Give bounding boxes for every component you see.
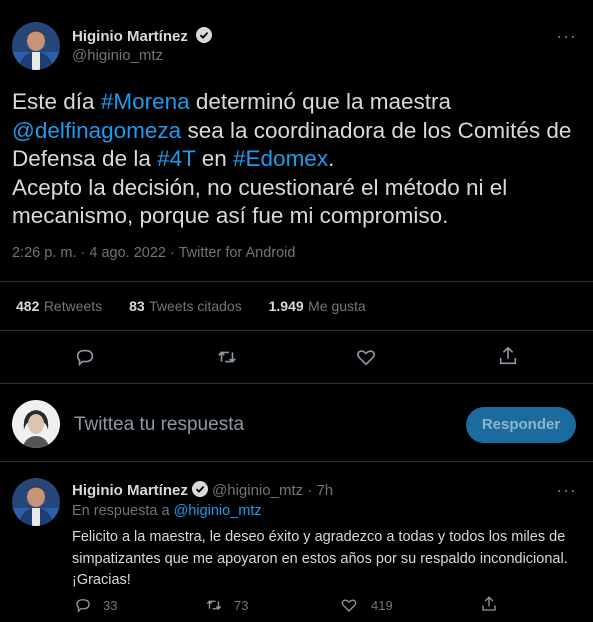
reply-context-prefix: En respuesta a <box>72 503 170 519</box>
reply-header: Higinio Martínez @higinio_mtz · 7h <box>72 481 333 499</box>
quotes-count: 83 <box>129 298 145 314</box>
reply-like-action[interactable]: 419 <box>340 596 393 614</box>
retweets-stat[interactable]: 482 Retweets <box>16 298 102 315</box>
retweets-count: 482 <box>16 298 40 314</box>
reply-context-handle[interactable]: @higinio_mtz <box>174 503 262 519</box>
likes-label: Me gusta <box>308 298 366 314</box>
reply-input[interactable]: Twittea tu respuesta <box>74 414 244 436</box>
author-name[interactable]: Higinio Martínez <box>72 28 188 45</box>
retweets-label: Retweets <box>43 298 103 314</box>
reply-author-name[interactable]: Higinio Martínez <box>72 482 188 499</box>
like-icon <box>340 596 358 614</box>
likes-count: 1.949 <box>268 298 304 314</box>
share-icon[interactable] <box>497 345 519 367</box>
reply-reply-action[interactable]: 33 <box>74 596 117 614</box>
quotes-stat[interactable]: 83 Tweets citados <box>129 298 242 315</box>
divider <box>0 281 593 282</box>
tweet-text-part: en <box>195 146 234 171</box>
reply-text: Felicito a la maestra, le deseo éxito y … <box>72 529 568 588</box>
reply-author-avatar[interactable] <box>12 478 60 526</box>
share-icon[interactable] <box>480 595 498 613</box>
reply-replies-count: 33 <box>103 597 118 613</box>
retweet-icon[interactable] <box>216 346 238 368</box>
divider <box>0 330 593 331</box>
reply-retweets-count: 73 <box>234 597 249 613</box>
reply-likes-count: 419 <box>371 597 393 613</box>
reply-icon <box>74 596 92 614</box>
author-avatar[interactable] <box>12 22 60 70</box>
reply-time[interactable]: · 7h <box>307 482 333 499</box>
hashtag-morena[interactable]: #Morena <box>101 89 190 114</box>
hashtag-4t[interactable]: #4T <box>157 146 195 171</box>
tweet-text-part: . <box>328 146 335 171</box>
like-icon[interactable] <box>355 346 377 368</box>
mention-delfinagomeza[interactable]: @delfinagomeza <box>12 118 181 143</box>
author-handle[interactable]: @higinio_mtz <box>72 47 163 64</box>
reply-icon[interactable] <box>74 346 96 368</box>
quotes-label: Tweets citados <box>149 298 242 314</box>
user-avatar[interactable] <box>12 400 60 448</box>
reply-author-handle[interactable]: @higinio_mtz <box>212 482 303 499</box>
more-icon[interactable]: ··· <box>556 480 577 501</box>
reply-button[interactable]: Responder <box>466 407 576 443</box>
likes-stat[interactable]: 1.949 Me gusta <box>269 298 366 315</box>
tweet-text: Este día #Morena determinó que la maestr… <box>12 88 582 231</box>
tweet-timestamp[interactable]: 2:26 p. m. · 4 ago. 2022 · Twitter for A… <box>12 245 295 261</box>
tweet-text-line2: Acepto la decisión, no cuestionaré el mé… <box>12 174 508 229</box>
author-name-row: Higinio Martínez <box>72 27 213 46</box>
more-icon[interactable]: ··· <box>556 26 577 47</box>
stats-row: 482 Retweets 83 Tweets citados 1.949 Me … <box>16 298 366 316</box>
divider <box>0 383 593 384</box>
tweet-text-part: Este día <box>12 89 101 114</box>
verified-badge-icon <box>191 481 208 497</box>
reply-context: En respuesta a @higinio_mtz <box>72 503 262 519</box>
reply-retweet-action[interactable]: 73 <box>205 596 248 614</box>
retweet-icon <box>205 596 223 614</box>
tweet-text-part: determinó que la maestra <box>189 89 452 114</box>
verified-badge-icon <box>196 27 213 43</box>
divider <box>0 461 593 462</box>
hashtag-edomex[interactable]: #Edomex <box>233 146 328 171</box>
